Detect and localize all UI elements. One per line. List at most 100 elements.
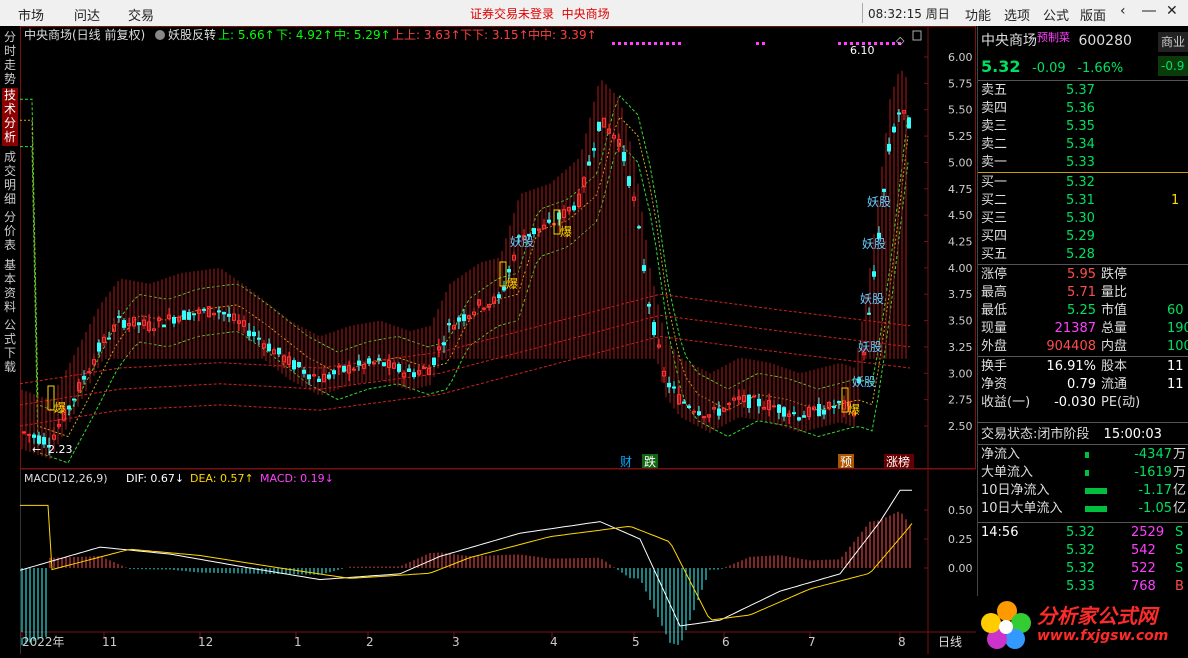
- stat-row[interactable]: 现量 21387 总量 190: [981, 320, 1188, 338]
- tab-technical[interactable]: 技术分析: [2, 88, 18, 146]
- restore-icon[interactable]: ―: [1142, 3, 1156, 19]
- event-tag-limitup[interactable]: 涨榜: [886, 454, 910, 469]
- ask-level[interactable]: 卖三 5.35: [981, 118, 1186, 136]
- event-tag-forecast[interactable]: 预: [840, 455, 852, 469]
- flow-row[interactable]: 10日大单流入 -1.05 亿: [981, 500, 1186, 518]
- stat-label: 流通: [1101, 377, 1128, 392]
- flow-bar: [1085, 488, 1107, 494]
- tab-price-dist[interactable]: 分价表: [2, 210, 18, 254]
- bid-price: 5.31: [1066, 193, 1095, 208]
- menu-wenda[interactable]: 问达: [74, 5, 100, 24]
- candle-body: [667, 382, 671, 388]
- sector-label[interactable]: 商业: [1158, 32, 1188, 52]
- ask-label: 卖二: [981, 137, 1008, 152]
- stat-label: 换手: [981, 359, 1008, 374]
- yaogu-signal: 妖股: [510, 235, 534, 249]
- bid-level[interactable]: 买五 5.28: [981, 246, 1186, 264]
- candle-body: [622, 152, 626, 162]
- stat-row[interactable]: 收益(一) -0.030 PE(动): [981, 394, 1186, 412]
- tick-row[interactable]: 5.32 522 S: [981, 560, 1186, 578]
- formula-dropdown-icon[interactable]: [155, 30, 165, 40]
- signal-dot: [660, 42, 663, 45]
- burst-label: 爆: [848, 403, 860, 417]
- tick-row[interactable]: 14:56 5.32 2529 S: [981, 524, 1186, 542]
- bid-level[interactable]: 买四 5.29: [981, 228, 1186, 246]
- ask-level[interactable]: 卖五 5.37: [981, 82, 1186, 100]
- flow-row[interactable]: 净流入 -4347 万: [981, 446, 1186, 464]
- clock-weekday: 周日: [925, 7, 950, 21]
- flow-value: -1.17: [1138, 483, 1172, 498]
- side-tab-bar: 分时走势 技术分析 成交明细 分价表 基本资料 公式下载: [0, 26, 21, 654]
- candle-body: [302, 369, 306, 374]
- stat-row[interactable]: 最低 5.25 市值 60: [981, 302, 1186, 320]
- candle-body: [27, 433, 31, 436]
- kline-chart-area[interactable]: 中央商场(日线 前复权) 妖股反转 上: 5.66↑ 下: 4.92↑ 中: 5.2…: [19, 26, 976, 654]
- stock-title: 中央商场: [561, 7, 610, 21]
- candle-body: [752, 395, 756, 398]
- bid-level[interactable]: 买三 5.30: [981, 210, 1186, 228]
- minimize-icon[interactable]: ‹: [1120, 3, 1126, 19]
- ask-label: 卖三: [981, 119, 1008, 134]
- stat-row[interactable]: 换手 16.91% 股本 11: [981, 358, 1186, 376]
- stat-label: 股本: [1101, 359, 1128, 374]
- price-tick-label: 4.00: [948, 262, 973, 275]
- event-tag-finance[interactable]: 财: [620, 455, 632, 469]
- quote-concept-tag[interactable]: 预制菜: [1037, 31, 1070, 44]
- date-tick-label: 12: [198, 635, 213, 649]
- bid-label: 买四: [981, 229, 1008, 244]
- candle-body: [547, 219, 551, 223]
- tab-fundamentals[interactable]: 基本资料: [2, 258, 18, 316]
- menu-formula[interactable]: 公式: [1043, 5, 1069, 24]
- tick-row[interactable]: 5.32 542 S: [981, 542, 1186, 560]
- close-icon[interactable]: ✕: [1166, 3, 1178, 19]
- tick-row[interactable]: 5.33 768 B: [981, 578, 1186, 596]
- price-tick-label: 6.00: [948, 51, 973, 64]
- candle-body: [882, 188, 886, 192]
- flow-row[interactable]: 大单流入 -1619 万: [981, 464, 1186, 482]
- event-tag-drop[interactable]: 跌: [644, 454, 656, 469]
- stat-row[interactable]: 涨停 5.95 跌停: [981, 266, 1186, 284]
- candle-body: [747, 394, 751, 408]
- candle-body: [682, 401, 686, 404]
- period-label[interactable]: 日线: [938, 635, 962, 649]
- divider: [978, 80, 1188, 81]
- menu-market[interactable]: 市场: [18, 5, 44, 24]
- tab-trades[interactable]: 成交明细: [2, 150, 18, 208]
- candle-body: [422, 367, 426, 370]
- price-change-pct: -1.66%: [1077, 61, 1124, 76]
- panel-expand-icon[interactable]: [912, 30, 922, 41]
- flow-row[interactable]: 10日净流入 -1.17 亿: [981, 482, 1186, 500]
- stat-value: 190: [1167, 321, 1188, 336]
- tab-intraday[interactable]: 分时走势: [2, 30, 18, 86]
- diamond-icon: ◇: [896, 34, 905, 47]
- ask-level[interactable]: 卖四 5.36: [981, 100, 1186, 118]
- stat-row[interactable]: 外盘 904408 内盘 100: [981, 338, 1188, 356]
- tick-side: S: [1175, 543, 1184, 558]
- trade-status-row: 交易状态:闭市阶段 15:00:03: [981, 426, 1162, 444]
- candle-body: [202, 308, 206, 311]
- menu-layout[interactable]: 版面: [1080, 5, 1106, 24]
- candle-body: [82, 376, 86, 380]
- stat-row[interactable]: 净资 0.79 流通 11: [981, 376, 1186, 394]
- flow-bar: [1085, 470, 1089, 476]
- stat-row[interactable]: 最高 5.71 量比: [981, 284, 1186, 302]
- stat-value: 11: [1167, 377, 1184, 392]
- ask-level[interactable]: 卖二 5.34: [981, 136, 1186, 154]
- signal-dot: [756, 42, 759, 45]
- candle-body: [397, 364, 401, 372]
- candle-body: [532, 227, 536, 235]
- chart-canvas[interactable]: 中央商场(日线 前复权) 妖股反转 上: 5.66↑ 下: 4.92↑ 中: 5.2…: [19, 26, 976, 654]
- bid-level[interactable]: 买二 5.31 1: [981, 192, 1186, 210]
- bid-price: 5.30: [1066, 211, 1095, 226]
- menu-function[interactable]: 功能: [965, 5, 991, 24]
- bid-level[interactable]: 买一 5.32: [981, 174, 1186, 192]
- tab-formula-download[interactable]: 公式下载: [2, 318, 18, 376]
- price-tick-label: 3.50: [948, 315, 973, 328]
- stat-label: 现量: [981, 321, 1008, 336]
- menu-options[interactable]: 选项: [1004, 5, 1030, 24]
- signal-dot: [886, 42, 889, 45]
- menu-trade[interactable]: 交易: [128, 5, 154, 24]
- price-tick-label: 3.00: [948, 367, 973, 380]
- candle-body: [572, 205, 576, 211]
- ask-level[interactable]: 卖一 5.33: [981, 154, 1186, 172]
